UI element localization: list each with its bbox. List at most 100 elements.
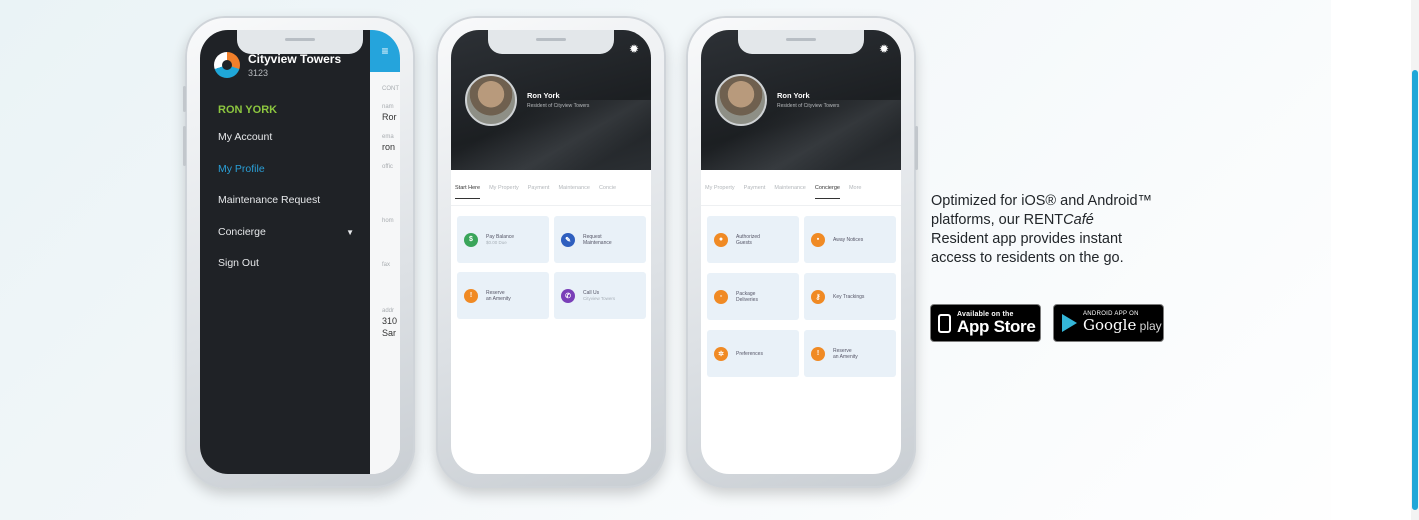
- tile-title: Away Notices: [833, 236, 864, 243]
- tile-reserve-amenity[interactable]: ! Reserve an Amenity: [457, 272, 549, 319]
- phone-device-icon: [938, 313, 951, 333]
- phone-screen: Cityview Towers 3123 RON YORK My Account…: [200, 30, 400, 474]
- tab-my-property[interactable]: My Property: [705, 185, 735, 191]
- field-label: nam: [382, 104, 394, 110]
- menu-header: Cityview Towers 3123: [200, 52, 370, 78]
- tile-reserve-amenity[interactable]: ! Reserve an Amenity: [804, 330, 896, 377]
- field-label: ema: [382, 134, 394, 140]
- package-icon: ▫: [714, 289, 728, 304]
- menu-item-concierge[interactable]: Concierge ▼: [218, 217, 370, 249]
- side-menu: Cityview Towers 3123 RON YORK My Account…: [200, 30, 370, 474]
- play-triangle-icon: [1062, 314, 1077, 332]
- menu-item-sign-out[interactable]: Sign Out: [218, 248, 370, 280]
- phone-notch: [488, 30, 614, 54]
- app-name: Cityview Towers: [248, 52, 342, 66]
- phone-menu-screen: Cityview Towers 3123 RON YORK My Account…: [183, 16, 415, 488]
- phone-screen: ✹ Ron York Resident of Cityview Towers M…: [701, 30, 901, 474]
- gear-icon[interactable]: ✹: [629, 42, 639, 56]
- hamburger-menu-icon[interactable]: ≡: [370, 30, 400, 72]
- avatar: [715, 74, 767, 126]
- gear-icon[interactable]: ✹: [879, 42, 889, 56]
- resident-name: Ron York: [527, 91, 560, 100]
- field-label: fax: [382, 262, 391, 268]
- tile-title: Preferences: [736, 350, 763, 357]
- phone-notch: [738, 30, 864, 54]
- menu-item-my-account[interactable]: My Account: [218, 122, 370, 154]
- tab-concierge[interactable]: Concierge: [814, 185, 841, 199]
- avatar: [465, 74, 517, 126]
- tile-title: an Amenity: [833, 353, 858, 360]
- tab-maintenance[interactable]: Maintenance: [774, 185, 806, 191]
- menu-item-maintenance-request[interactable]: Maintenance Request: [218, 185, 370, 217]
- resident-name: Ron York: [777, 91, 810, 100]
- scrollbar-thumb[interactable]: [1412, 70, 1418, 510]
- phone-icon: ✆: [561, 288, 575, 303]
- tile-title: Package: [736, 290, 756, 297]
- tile-subtitle: Cityview Towers: [583, 295, 616, 301]
- menu-item-my-profile[interactable]: My Profile: [218, 154, 370, 186]
- tile-title: Pay Balance: [486, 233, 515, 240]
- key-icon: ⚷: [811, 289, 825, 304]
- tab-maintenance[interactable]: Maintenance: [558, 185, 590, 191]
- field-label: offic: [382, 164, 393, 170]
- menu-item-label: My Account: [218, 131, 273, 143]
- phone-side-button: [183, 86, 186, 112]
- resident-subtitle: Resident of Cityview Towers: [777, 103, 840, 109]
- caret-down-icon: ▼: [346, 227, 354, 237]
- amenity-icon: !: [811, 346, 825, 361]
- tab-payment[interactable]: Payment: [744, 185, 766, 191]
- page-margin: [1331, 0, 1419, 520]
- tab-payment[interactable]: Payment: [528, 185, 550, 191]
- tile-title: Guests: [736, 239, 752, 246]
- menu-item-label: Concierge: [218, 225, 266, 238]
- unit-number: 3123: [248, 68, 269, 78]
- field-value: 310: [382, 316, 398, 326]
- description-line: Resident app provides instant: [931, 231, 1123, 247]
- field-value: ron: [382, 142, 396, 152]
- tile-pay-balance[interactable]: $ Pay Balance $0.00 Due: [457, 216, 549, 263]
- tile-authorized-guests[interactable]: ● Authorized Guests: [707, 216, 799, 263]
- tab-my-property[interactable]: My Property: [489, 185, 519, 191]
- phone-start-here-screen: ✹ Ron York Resident of Cityview Towers S…: [436, 16, 666, 488]
- tile-title: Authorized: [736, 233, 760, 240]
- phone-notch: [237, 30, 363, 54]
- marketing-section: Cityview Towers 3123 RON YORK My Account…: [0, 0, 1331, 520]
- field-label: addr: [382, 308, 395, 314]
- tab-concierge[interactable]: Concie: [599, 185, 616, 191]
- phone-concierge-screen: ✹ Ron York Resident of Cityview Towers M…: [686, 16, 918, 488]
- field-label: hom: [382, 218, 394, 224]
- menu-item-label: My Profile: [218, 162, 265, 175]
- tile-preferences[interactable]: ✲ Preferences: [707, 330, 799, 377]
- field-value: Ror: [382, 112, 397, 122]
- google-play-badge[interactable]: ANDROID APP ON Google play: [1053, 304, 1164, 342]
- tab-bar: Start Here My Property Payment Maintenan…: [451, 170, 651, 206]
- scrollbar[interactable]: [1411, 0, 1419, 520]
- tile-request-maintenance[interactable]: ✎ Request Maintenance: [554, 216, 646, 263]
- tile-call-us[interactable]: ✆ Call Us Cityview Towers: [554, 272, 646, 319]
- tile-subtitle: $0.00 Due: [486, 239, 507, 245]
- tile-package-deliveries[interactable]: ▫ Package Deliveries: [707, 273, 799, 320]
- amenity-icon: !: [464, 288, 478, 303]
- app-description: Optimized for iOS® and Android™ platform…: [931, 192, 1221, 268]
- section-label: CONT: [382, 86, 399, 92]
- tile-title: Key Trackings: [833, 293, 865, 300]
- badge-big-text: Google play: [1083, 316, 1162, 334]
- tab-start-here[interactable]: Start Here: [455, 185, 481, 199]
- tab-more[interactable]: More: [849, 185, 862, 191]
- description-line: platforms, our RENTCafé: [931, 212, 1094, 228]
- phone-side-button: [183, 126, 186, 166]
- phone-side-button: [915, 126, 918, 170]
- menu-user-name: RON YORK: [218, 104, 278, 116]
- menu-item-label: Maintenance Request: [218, 194, 321, 206]
- tile-key-trackings[interactable]: ⚷ Key Trackings: [804, 273, 896, 320]
- app-logo-icon: [214, 52, 240, 78]
- profile-panel: ≡ CONT nam Ror ema ron offic hom fax add…: [370, 30, 400, 474]
- app-store-badge[interactable]: Available on the App Store: [930, 304, 1041, 342]
- tile-away-notices[interactable]: ▪ Away Notices: [804, 216, 896, 263]
- tab-bar: My Property Payment Maintenance Concierg…: [701, 170, 901, 206]
- wrench-icon: ✎: [561, 232, 575, 247]
- gear-icon: ✲: [714, 346, 728, 361]
- field-value: Sar: [382, 328, 397, 338]
- tile-title: Maintenance: [583, 239, 612, 246]
- tile-title: Deliveries: [736, 296, 758, 303]
